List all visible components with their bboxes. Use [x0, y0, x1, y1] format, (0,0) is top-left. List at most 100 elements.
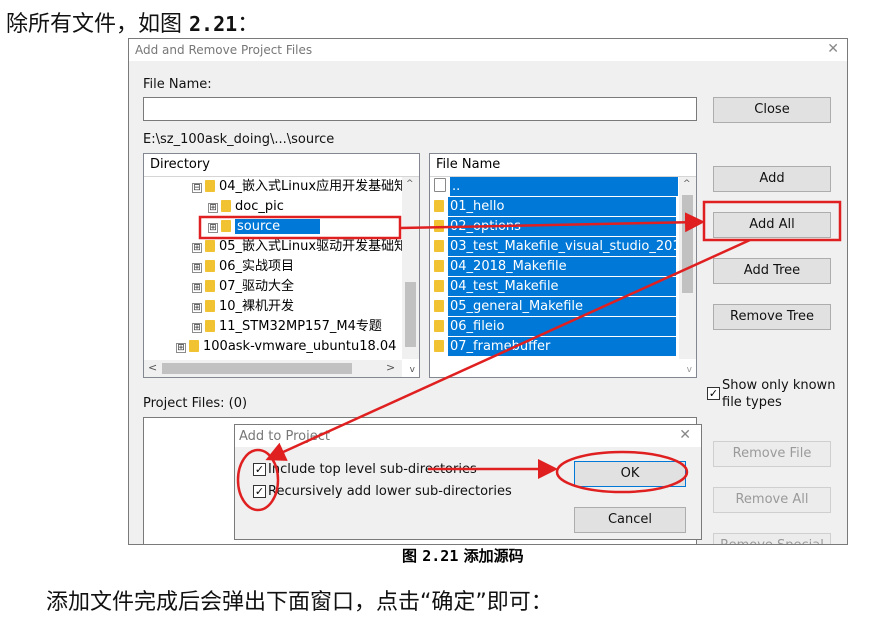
include-top-level-checkbox[interactable]: ✓	[253, 463, 266, 476]
tree-item[interactable]: ⊞ 11_STM32MP157_M4专题	[192, 317, 382, 336]
file-item[interactable]: 03_test_Makefile_visual_studio_2019	[434, 237, 689, 256]
folder-icon	[205, 320, 215, 332]
tree-item[interactable]: ⊞ 100ask-vmware_ubuntu18.04	[176, 337, 396, 356]
tree-item[interactable]: ⊞ 07_驱动大全	[192, 277, 294, 296]
filename-header: File Name	[430, 154, 696, 177]
tree-item[interactable]: ⊞ 05_嵌入式Linux驱动开发基础知	[192, 237, 407, 256]
directory-header: Directory	[144, 154, 419, 177]
expand-toggle-icon[interactable]: ⊞	[192, 283, 202, 293]
ok-button[interactable]: OK	[574, 461, 686, 487]
folder-icon	[434, 220, 444, 232]
expand-toggle-icon[interactable]: ⊞	[192, 263, 202, 273]
sub-dialog-titlebar: Add to Project ✕	[235, 425, 701, 447]
files-vertical-scrollbar[interactable]: ^	[679, 177, 696, 359]
remove-all-button[interactable]: Remove All	[713, 487, 831, 513]
folder-icon	[221, 220, 231, 232]
current-path: E:\sz_100ask_doing\...\source	[143, 132, 335, 147]
file-name-input[interactable]	[143, 97, 697, 121]
tree-item-label: 05_嵌入式Linux驱动开发基础知	[219, 239, 408, 254]
file-item-label: 02_options	[448, 217, 676, 236]
add-all-button[interactable]: Add All	[713, 212, 831, 238]
file-item[interactable]: 04_test_Makefile	[434, 277, 676, 296]
files-scroll-thumb[interactable]	[682, 195, 693, 293]
tree-horizontal-scrollbar[interactable]: < >	[144, 360, 402, 377]
folder-icon	[434, 320, 444, 332]
caption-prefix: 图	[402, 547, 423, 565]
sub-close-icon[interactable]: ✕	[679, 427, 691, 443]
file-item-label: 07_framebuffer	[448, 337, 676, 356]
add-tree-button[interactable]: Add Tree	[713, 258, 831, 284]
folder-icon	[205, 300, 215, 312]
dialog-title: Add and Remove Project Files	[135, 43, 313, 57]
expand-toggle-icon[interactable]: ⊞	[208, 203, 218, 213]
cancel-button[interactable]: Cancel	[574, 507, 686, 533]
dialog-titlebar: Add and Remove Project Files ✕	[129, 39, 847, 61]
project-files-label: Project Files: (0)	[143, 396, 248, 411]
remove-file-button[interactable]: Remove File	[713, 441, 831, 467]
folder-icon	[434, 240, 444, 252]
tree-item[interactable]: ⊞ 06_实战项目	[192, 257, 294, 276]
tree-item-label: 11_STM32MP157_M4专题	[219, 319, 382, 334]
expand-toggle-icon[interactable]: ⊟	[192, 183, 202, 193]
folder-icon	[205, 240, 215, 252]
folder-icon	[434, 300, 444, 312]
tree-scroll-thumb[interactable]	[405, 282, 416, 347]
caption-number: 2.21	[422, 547, 459, 565]
folder-icon	[205, 180, 215, 192]
file-list[interactable]: File Name .. 01_hello 02_options 03_test_Ma…	[429, 153, 697, 378]
folder-icon	[434, 280, 444, 292]
tree-item-label: 10_裸机开发	[219, 299, 295, 314]
folder-icon	[434, 340, 444, 352]
expand-toggle-icon[interactable]: ⊞	[208, 223, 218, 233]
tree-item[interactable]: ⊞ 10_裸机开发	[192, 297, 294, 316]
tree-item-label: 06_实战项目	[219, 259, 295, 274]
intro-text: 除所有文件，如图 2.21：	[6, 6, 259, 38]
tree-item[interactable]: ⊟ 04_嵌入式Linux应用开发基础知	[192, 177, 407, 196]
folder-icon	[221, 200, 231, 212]
file-item[interactable]: ..	[434, 177, 678, 196]
file-item-label: 04_test_Makefile	[448, 277, 676, 296]
close-button[interactable]: Close	[713, 97, 831, 123]
file-icon	[434, 178, 446, 192]
folder-icon	[434, 260, 444, 272]
tree-item-label: 04_嵌入式Linux应用开发基础知	[219, 179, 408, 194]
file-item[interactable]: 01_hello	[434, 197, 676, 216]
outro-text: 添加文件完成后会弹出下面窗口，点击“确定”即可：	[46, 590, 553, 615]
expand-toggle-icon[interactable]: ⊞	[192, 303, 202, 313]
close-icon[interactable]: ✕	[827, 41, 839, 57]
intro-prefix: 除所有文件，如图	[6, 12, 189, 37]
tree-vertical-scrollbar[interactable]: ^	[402, 177, 419, 359]
expand-toggle-icon[interactable]: ⊞	[192, 323, 202, 333]
add-button[interactable]: Add	[713, 166, 831, 192]
tree-item[interactable]: ⊞ doc_pic	[208, 197, 284, 216]
file-item[interactable]: 04_2018_Makefile	[434, 257, 676, 276]
tree-hscroll-thumb[interactable]	[162, 363, 352, 374]
file-item-label: ..	[450, 177, 678, 196]
file-item[interactable]: 05_general_Makefile	[434, 297, 676, 316]
recursive-checkbox[interactable]: ✓	[253, 485, 266, 498]
intro-figure-ref: 2.21	[189, 12, 238, 36]
folder-icon	[205, 260, 215, 272]
expand-toggle-icon[interactable]: ⊞	[176, 343, 186, 353]
file-item[interactable]: 02_options	[434, 217, 676, 236]
show-known-label-2: file types	[722, 395, 782, 410]
file-name-label: File Name:	[143, 77, 212, 92]
tree-item-label: doc_pic	[235, 199, 284, 214]
directory-tree[interactable]: Directory ⊟ 04_嵌入式Linux应用开发基础知 ⊞ doc_pic ⊞ so…	[143, 153, 420, 378]
folder-icon	[205, 280, 215, 292]
file-item-label: 05_general_Makefile	[448, 297, 676, 316]
tree-item[interactable]: ⊞ source	[208, 217, 321, 236]
figure-caption: 图 2.21 添加源码	[402, 545, 524, 566]
file-item[interactable]: 07_framebuffer	[434, 337, 676, 356]
caption-text: 添加源码	[458, 547, 524, 565]
chevron-down-icon[interactable]: v	[410, 365, 415, 375]
show-known-label-1: Show only known	[722, 378, 836, 393]
files-chevron-down-icon[interactable]: v	[687, 365, 692, 375]
expand-toggle-icon[interactable]: ⊞	[192, 243, 202, 253]
show-known-checkbox[interactable]: ✓	[707, 387, 720, 400]
remove-special-button[interactable]: Remove Special	[713, 533, 831, 544]
tree-item-label: source	[235, 219, 321, 234]
file-item[interactable]: 06_fileio	[434, 317, 676, 336]
remove-tree-button[interactable]: Remove Tree	[713, 304, 831, 330]
recursive-label: Recursively add lower sub-directories	[268, 484, 512, 499]
